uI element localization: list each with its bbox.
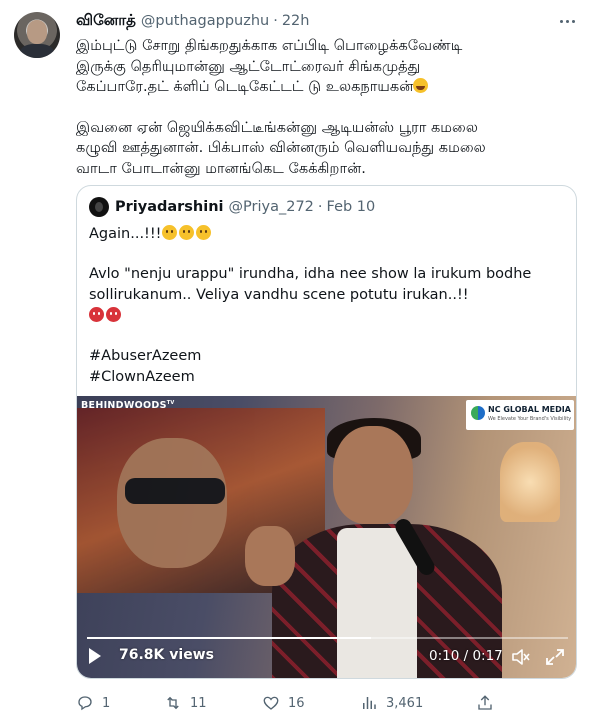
pensive-emoji-icon (178, 225, 194, 240)
relieved-emoji-icon (195, 225, 211, 240)
separator-dot: · (317, 199, 323, 215)
retweet-icon (167, 696, 179, 710)
quoted-tweet[interactable]: Priyadarshini @Priya_272 · Feb 10 Again.… (76, 185, 577, 679)
quote-header: Priyadarshini @Priya_272 · Feb 10 (89, 197, 375, 217)
hashtag-link[interactable]: #AbuserAzeem (89, 346, 569, 367)
background-lamp (500, 442, 560, 522)
views-count: 3,461 (386, 695, 424, 711)
quote-line: sollirukanum.. Veliya vandhu scene potut… (89, 287, 469, 303)
tweet-line: வாடா போடான்னு மானங்கெட கேக்கிறான். (76, 159, 366, 177)
like-button[interactable]: 16 (262, 692, 305, 714)
separator-dot: · (273, 13, 278, 29)
video-progress-fill (87, 637, 371, 639)
author-name[interactable]: வினோத் (76, 11, 136, 31)
views-icon (363, 697, 376, 709)
video-time: 0:10 / 0:17 (429, 648, 503, 664)
speaker-tshirt (337, 528, 417, 678)
tweet-text: இம்புட்டு சோறு திங்கறதுக்காக எப்பிடி பொழ… (76, 36, 584, 179)
quote-line-text: Again...!!! (89, 226, 162, 242)
video-views: 76.8K views (119, 647, 214, 663)
expand-icon[interactable] (545, 648, 565, 666)
mute-icon[interactable] (511, 648, 531, 666)
share-icon (478, 695, 492, 710)
laughing-emoji-icon (413, 78, 429, 93)
play-icon[interactable] (89, 648, 101, 664)
share-button[interactable] (476, 692, 502, 714)
tweet-line-text: கேப்பாரே.தட் க்ளிப் டெடிகேட்டட் டு உலகநா… (76, 78, 414, 95)
like-count: 16 (288, 695, 305, 711)
tweet-line: கழுவி ஊத்துனான். பிக்பாஸ் வின்னரும் வெளி… (76, 139, 486, 156)
retweet-count: 11 (190, 695, 207, 711)
watermark-title: NC GLOBAL MEDIA (488, 405, 571, 414)
video-progress-bar[interactable] (87, 637, 568, 639)
watermark-subtitle: We Elevate Your Brand's Visibility (488, 416, 572, 422)
angry-emoji-icon (106, 307, 121, 322)
tweet-header: வினோத் @puthagappuzhu · 22h (76, 10, 584, 32)
quote-author-name: Priyadarshini (115, 199, 224, 215)
tweet-line: இருக்கு தெரியுமான்னு ஆட்டோட்ரைவர் சிங்கம… (76, 57, 421, 75)
avatar-shirt (20, 44, 54, 58)
tweet-time[interactable]: 22h (282, 13, 310, 29)
author-handle[interactable]: @puthagappuzhu (141, 13, 269, 29)
views-button[interactable]: 3,461 (360, 692, 423, 714)
quote-avatar (89, 197, 109, 217)
tweet-line: கேப்பாரே.தட் க்ளிப் டெடிகேட்டட் டு உலகநா… (76, 77, 584, 98)
quote-author-handle: @Priya_272 (228, 199, 314, 215)
quote-line: Avlo "nenju urappu" irundha, idha nee sh… (89, 266, 532, 282)
hashtag-link[interactable]: #ClownAzeem (89, 367, 569, 388)
action-bar: 1 11 16 3,461 (76, 692, 586, 714)
sad-emoji-icon (161, 225, 177, 240)
tweet-line: இம்புட்டு சோறு திங்கறதுக்காக எப்பிடி பொழ… (76, 37, 463, 54)
reply-button[interactable]: 1 (76, 692, 110, 714)
watermark-mark-icon (471, 406, 485, 420)
heart-icon (263, 696, 279, 710)
reply-icon (78, 696, 92, 711)
author-avatar[interactable] (14, 12, 60, 58)
avatar-face (27, 20, 47, 44)
quote-text: Again...!!! Avlo "nenju urappu" irundha,… (89, 224, 569, 388)
quote-line: Again...!!! (89, 224, 569, 245)
tweet-line: இவனை ஏன் ஜெயிக்கவிட்டீங்கன்னு ஆடியன்ஸ் ப… (76, 118, 478, 136)
more-icon[interactable] (556, 11, 578, 31)
speaker-hand (245, 526, 295, 586)
watermark-logo: NC GLOBAL MEDIA We Elevate Your Brand's … (466, 400, 574, 430)
retweet-button[interactable]: 11 (164, 692, 207, 714)
speaker-head (333, 426, 413, 524)
reply-count: 1 (102, 695, 111, 711)
angry-emoji-icon (89, 307, 104, 322)
quote-emojis (89, 306, 569, 327)
channel-logo: BEHINDWOODSTV (81, 400, 175, 412)
video-player[interactable]: BEHINDWOODSTV NC GLOBAL MEDIA We Elevate… (77, 396, 576, 678)
quote-date: Feb 10 (326, 199, 376, 215)
